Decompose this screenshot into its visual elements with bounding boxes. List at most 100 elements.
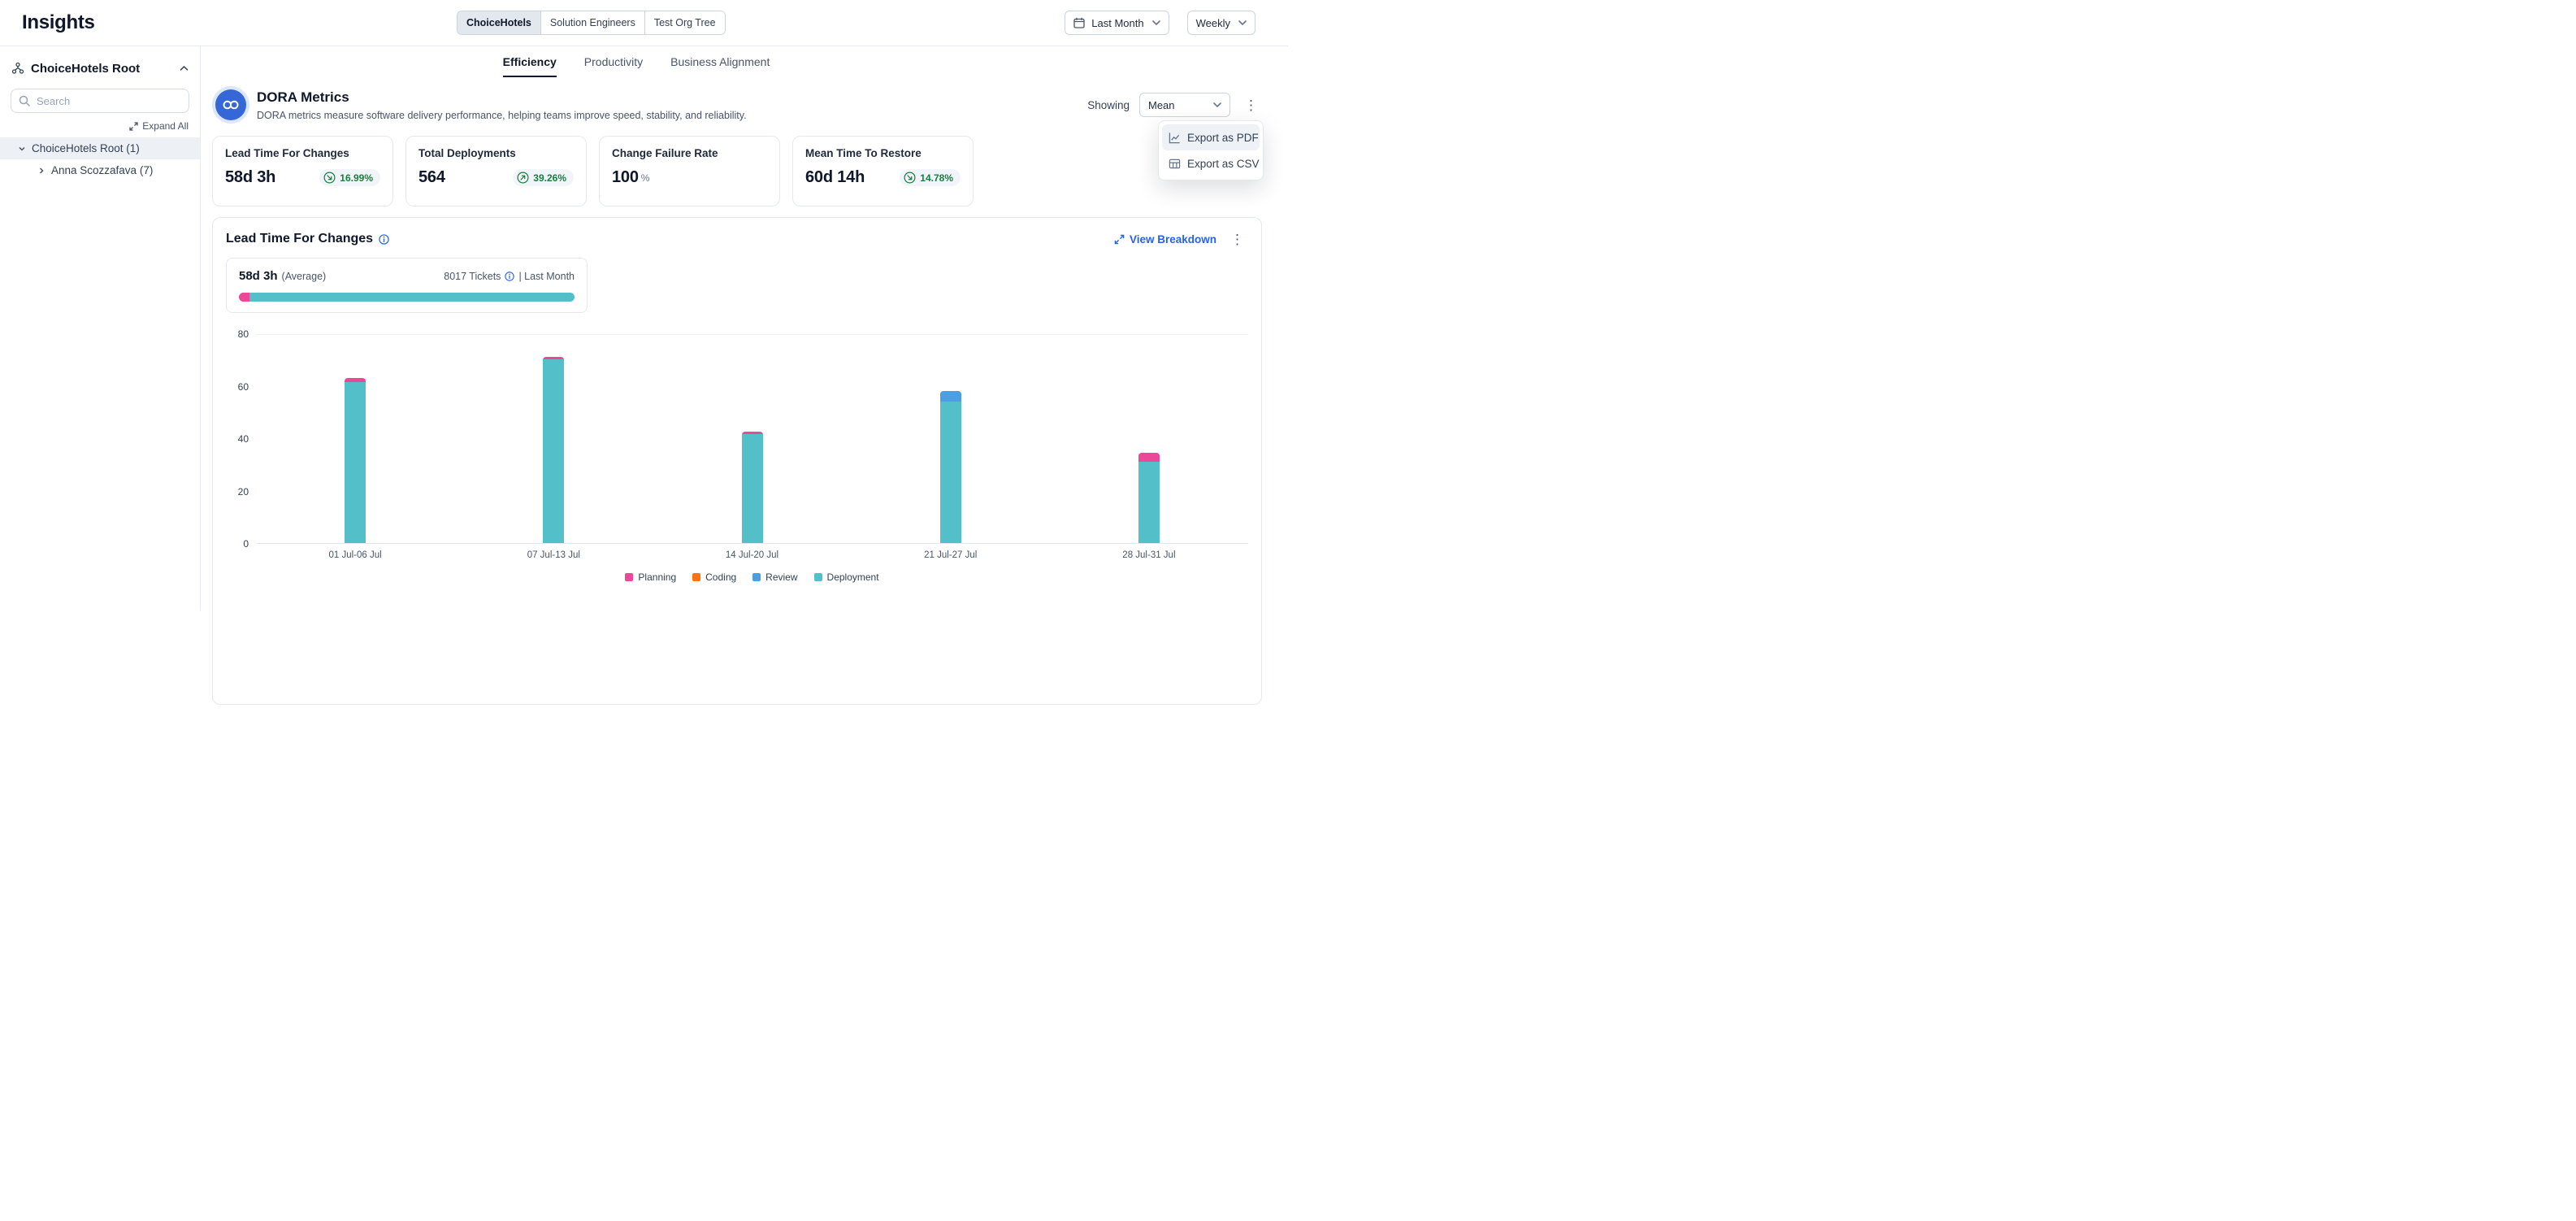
- stacked-bar[interactable]: [742, 432, 763, 543]
- line-chart-icon: [1169, 132, 1181, 144]
- export-pdf-menu-item[interactable]: Export as PDF: [1162, 124, 1260, 150]
- period-select[interactable]: Last Month: [1065, 11, 1169, 35]
- stacked-bar[interactable]: [543, 357, 564, 543]
- metric-card-total-deployments[interactable]: Total Deployments 564 39.26%: [405, 136, 587, 206]
- y-tick: 80: [238, 328, 249, 340]
- x-tick: 07 Jul-13 Jul: [454, 550, 653, 560]
- bar-group: [653, 334, 851, 543]
- y-tick: 60: [238, 381, 249, 393]
- header-filters: Last Month Weekly: [1065, 11, 1255, 35]
- lead-time-kebab-menu-icon[interactable]: ⋮: [1226, 232, 1248, 246]
- top-bar: Insights ChoiceHotels Solution Engineers…: [0, 0, 1288, 46]
- legend-swatch: [625, 573, 633, 581]
- tab-efficiency[interactable]: Efficiency: [503, 55, 557, 77]
- table-icon: [1169, 158, 1181, 170]
- info-icon[interactable]: [379, 234, 389, 245]
- bar-segment-planning: [1138, 453, 1160, 462]
- metric-title: Total Deployments: [418, 147, 574, 159]
- legend-item-review[interactable]: Review: [752, 571, 797, 583]
- metric-title: Lead Time For Changes: [225, 147, 380, 159]
- chevron-down-icon: [1213, 102, 1221, 107]
- delta-value: 14.78%: [920, 172, 953, 184]
- org-switcher: ChoiceHotels Solution Engineers Test Org…: [457, 11, 726, 35]
- search-input[interactable]: [11, 89, 189, 113]
- trend-badge: 16.99%: [319, 169, 380, 186]
- export-csv-label: Export as CSV: [1187, 158, 1260, 170]
- phase-progress-bar: [239, 293, 575, 302]
- dora-section-subtitle: DORA metrics measure software delivery p…: [257, 110, 747, 121]
- chart-plot-area: [256, 334, 1248, 544]
- trend-up-icon: [517, 172, 529, 184]
- lead-time-section: Lead Time For Changes View Breakdown ⋮: [212, 217, 1262, 705]
- metric-value: 564: [418, 168, 445, 187]
- x-tick: 21 Jul-27 Jul: [852, 550, 1050, 560]
- legend-item-coding[interactable]: Coding: [692, 571, 736, 583]
- summary-period: | Last Month: [518, 271, 575, 282]
- y-tick: 0: [243, 538, 249, 550]
- metric-card-lead-time[interactable]: Lead Time For Changes 58d 3h 16.99%: [212, 136, 393, 206]
- org-tab-solution-engineers[interactable]: Solution Engineers: [540, 11, 644, 34]
- legend-item-deployment[interactable]: Deployment: [814, 571, 879, 583]
- tree-item-label: ChoiceHotels Root (1): [32, 142, 140, 154]
- x-tick: 01 Jul-06 Jul: [256, 550, 454, 560]
- page-title: Insights: [22, 11, 95, 34]
- stacked-bar[interactable]: [1138, 453, 1160, 543]
- dora-section-title: DORA Metrics: [257, 89, 747, 106]
- calendar-icon: [1073, 17, 1085, 28]
- stacked-bar[interactable]: [345, 378, 366, 543]
- y-tick: 40: [238, 433, 249, 445]
- dora-kebab-menu-icon[interactable]: ⋮: [1240, 98, 1262, 112]
- expand-all-label: Expand All: [142, 120, 189, 132]
- expand-corners-icon: [1114, 234, 1125, 245]
- page-body: ChoiceHotels Root Expand All ChoiceHotel…: [0, 46, 1288, 610]
- legend-label: Planning: [638, 571, 676, 583]
- bar-segment-deployment: [345, 382, 366, 543]
- trend-down-icon: [323, 172, 336, 184]
- metric-card-mean-time-to-restore[interactable]: Mean Time To Restore 60d 14h 14.78%: [792, 136, 974, 206]
- tab-business-alignment[interactable]: Business Alignment: [670, 55, 770, 77]
- main-content: Efficiency Productivity Business Alignme…: [201, 46, 1288, 610]
- expand-all-button[interactable]: Expand All: [11, 120, 189, 132]
- org-tab-choicehotels[interactable]: ChoiceHotels: [458, 11, 540, 34]
- bar-group: [256, 334, 454, 543]
- chart-y-axis: 80 60 40 20 0: [226, 334, 249, 544]
- org-tab-test-org-tree[interactable]: Test Org Tree: [644, 11, 725, 34]
- aggregation-select[interactable]: Mean: [1139, 93, 1230, 117]
- metric-title: Mean Time To Restore: [805, 147, 961, 159]
- chart-legend: Planning Coding Review Deployment: [256, 571, 1248, 583]
- info-icon[interactable]: [505, 272, 514, 281]
- granularity-select-value: Weekly: [1196, 17, 1230, 29]
- legend-item-planning[interactable]: Planning: [625, 571, 676, 583]
- chart-x-axis: 01 Jul-06 Jul 07 Jul-13 Jul 14 Jul-20 Ju…: [256, 550, 1248, 560]
- legend-swatch: [814, 573, 822, 581]
- average-qualifier: (Average): [282, 271, 327, 282]
- granularity-select[interactable]: Weekly: [1187, 11, 1255, 35]
- bar-group: [454, 334, 653, 543]
- x-tick: 28 Jul-31 Jul: [1050, 550, 1248, 560]
- stacked-bar[interactable]: [940, 391, 961, 543]
- tree-item-choicehotels-root[interactable]: ChoiceHotels Root (1): [0, 137, 200, 159]
- bar-segment-deployment: [543, 359, 564, 543]
- period-select-value: Last Month: [1091, 17, 1143, 29]
- export-csv-menu-item[interactable]: Export as CSV: [1162, 150, 1260, 176]
- tree-item-anna-scozzafava[interactable]: Anna Scozzafava (7): [0, 159, 200, 181]
- average-value: 58d 3h: [239, 269, 278, 283]
- x-tick: 14 Jul-20 Jul: [653, 550, 851, 560]
- legend-label: Coding: [705, 571, 736, 583]
- view-breakdown-button[interactable]: View Breakdown: [1114, 233, 1216, 246]
- chevron-down-icon[interactable]: [18, 145, 26, 153]
- metric-card-change-failure-rate[interactable]: Change Failure Rate 100 %: [599, 136, 780, 206]
- delta-value: 16.99%: [340, 172, 373, 184]
- metric-title: Change Failure Rate: [612, 147, 767, 159]
- metric-value: 100: [612, 168, 639, 187]
- tab-productivity[interactable]: Productivity: [584, 55, 643, 77]
- lead-time-title: Lead Time For Changes: [226, 232, 373, 246]
- chevron-right-icon[interactable]: [37, 167, 46, 175]
- showing-label: Showing: [1087, 99, 1130, 111]
- bar-segment-review: [940, 391, 961, 402]
- dora-controls: Showing Mean ⋮: [1087, 93, 1262, 117]
- legend-swatch: [692, 573, 700, 581]
- expand-icon: [129, 122, 138, 131]
- bar-group: [852, 334, 1050, 543]
- y-tick: 20: [238, 486, 249, 498]
